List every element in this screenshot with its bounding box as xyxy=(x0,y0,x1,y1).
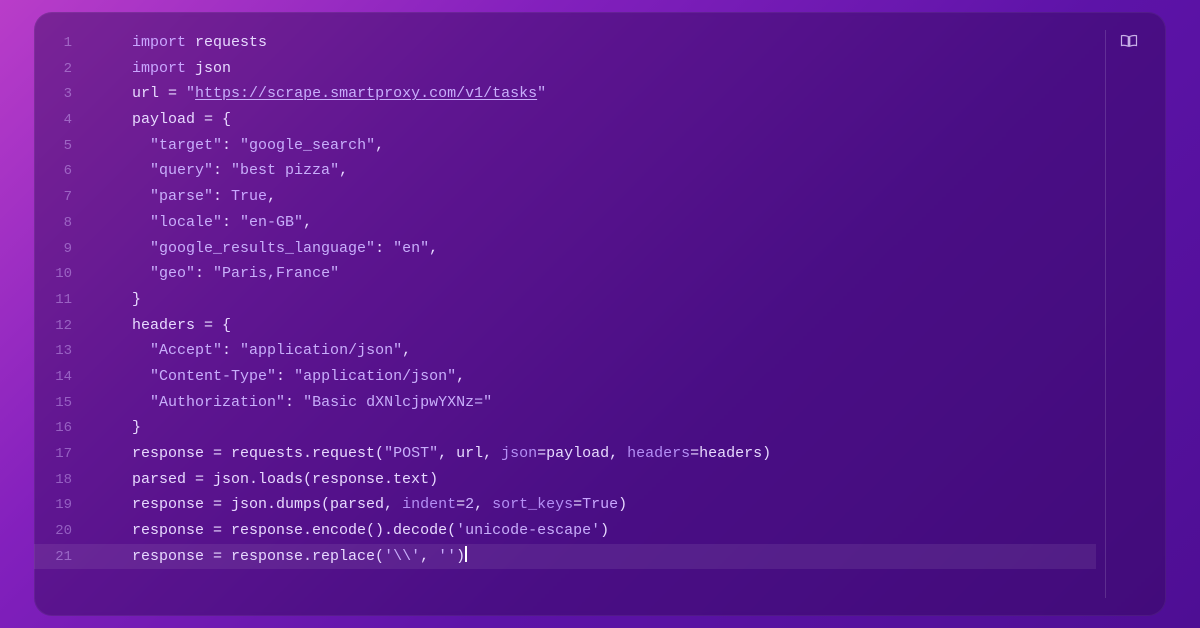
code-line[interactable]: 2 import json xyxy=(34,56,1096,82)
code-line[interactable]: 20 response = response.encode().decode('… xyxy=(34,518,1096,544)
line-number: 11 xyxy=(34,288,96,314)
code-content[interactable]: "Content-Type": "application/json", xyxy=(96,364,1096,390)
code-editor-panel[interactable]: 1 import requests2 import json3 url = "h… xyxy=(34,12,1166,616)
text-cursor xyxy=(465,546,467,562)
code-content[interactable]: import json xyxy=(96,56,1096,82)
line-number: 16 xyxy=(34,416,96,442)
line-number: 5 xyxy=(34,134,96,160)
line-number: 3 xyxy=(34,82,96,108)
code-content[interactable]: response = response.replace('\\', '') xyxy=(96,544,1096,570)
code-content[interactable]: "target": "google_search", xyxy=(96,133,1096,159)
code-content[interactable]: response = json.dumps(parsed, indent=2, … xyxy=(96,492,1096,518)
code-line[interactable]: 3 url = "https://scrape.smartproxy.com/v… xyxy=(34,81,1096,107)
code-line[interactable]: 12 headers = { xyxy=(34,313,1096,339)
code-content[interactable]: response = response.encode().decode('uni… xyxy=(96,518,1096,544)
code-line[interactable]: 9 "google_results_language": "en", xyxy=(34,236,1096,262)
line-number: 15 xyxy=(34,391,96,417)
vertical-divider xyxy=(1105,30,1106,598)
code-content[interactable]: url = "https://scrape.smartproxy.com/v1/… xyxy=(96,81,1096,107)
code-line[interactable]: 19 response = json.dumps(parsed, indent=… xyxy=(34,492,1096,518)
code-line[interactable]: 21 response = response.replace('\\', '') xyxy=(34,544,1096,570)
line-number: 1 xyxy=(34,31,96,57)
code-content[interactable]: "parse": True, xyxy=(96,184,1096,210)
line-number: 8 xyxy=(34,211,96,237)
code-line[interactable]: 18 parsed = json.loads(response.text) xyxy=(34,467,1096,493)
code-content[interactable]: "Accept": "application/json", xyxy=(96,338,1096,364)
code-area[interactable]: 1 import requests2 import json3 url = "h… xyxy=(34,30,1166,569)
code-line[interactable]: 8 "locale": "en-GB", xyxy=(34,210,1096,236)
line-number: 2 xyxy=(34,57,96,83)
code-line[interactable]: 17 response = requests.request("POST", u… xyxy=(34,441,1096,467)
line-number: 9 xyxy=(34,237,96,263)
line-number: 21 xyxy=(34,545,96,571)
line-number: 20 xyxy=(34,519,96,545)
code-content[interactable]: } xyxy=(96,415,1096,441)
code-line[interactable]: 10 "geo": "Paris,France" xyxy=(34,261,1096,287)
code-content[interactable]: "Authorization": "Basic dXNlcjpwYXNz=" xyxy=(96,390,1096,416)
code-content[interactable]: "query": "best pizza", xyxy=(96,158,1096,184)
line-number: 18 xyxy=(34,468,96,494)
line-number: 4 xyxy=(34,108,96,134)
code-content[interactable]: "geo": "Paris,France" xyxy=(96,261,1096,287)
book-icon[interactable] xyxy=(1120,34,1138,48)
code-line[interactable]: 6 "query": "best pizza", xyxy=(34,158,1096,184)
line-number: 14 xyxy=(34,365,96,391)
line-number: 7 xyxy=(34,185,96,211)
code-line[interactable]: 7 "parse": True, xyxy=(34,184,1096,210)
code-content[interactable]: "locale": "en-GB", xyxy=(96,210,1096,236)
code-line[interactable]: 14 "Content-Type": "application/json", xyxy=(34,364,1096,390)
code-content[interactable]: response = requests.request("POST", url,… xyxy=(96,441,1096,467)
line-number: 13 xyxy=(34,339,96,365)
code-content[interactable]: payload = { xyxy=(96,107,1096,133)
line-number: 12 xyxy=(34,314,96,340)
code-line[interactable]: 4 payload = { xyxy=(34,107,1096,133)
code-line[interactable]: 1 import requests xyxy=(34,30,1096,56)
code-line[interactable]: 13 "Accept": "application/json", xyxy=(34,338,1096,364)
code-line[interactable]: 15 "Authorization": "Basic dXNlcjpwYXNz=… xyxy=(34,390,1096,416)
code-content[interactable]: "google_results_language": "en", xyxy=(96,236,1096,262)
code-content[interactable]: parsed = json.loads(response.text) xyxy=(96,467,1096,493)
code-content[interactable]: } xyxy=(96,287,1096,313)
code-content[interactable]: headers = { xyxy=(96,313,1096,339)
code-line[interactable]: 11 } xyxy=(34,287,1096,313)
code-line[interactable]: 5 "target": "google_search", xyxy=(34,133,1096,159)
line-number: 10 xyxy=(34,262,96,288)
code-line[interactable]: 16 } xyxy=(34,415,1096,441)
line-number: 6 xyxy=(34,159,96,185)
line-number: 19 xyxy=(34,493,96,519)
code-content[interactable]: import requests xyxy=(96,30,1096,56)
line-number: 17 xyxy=(34,442,96,468)
